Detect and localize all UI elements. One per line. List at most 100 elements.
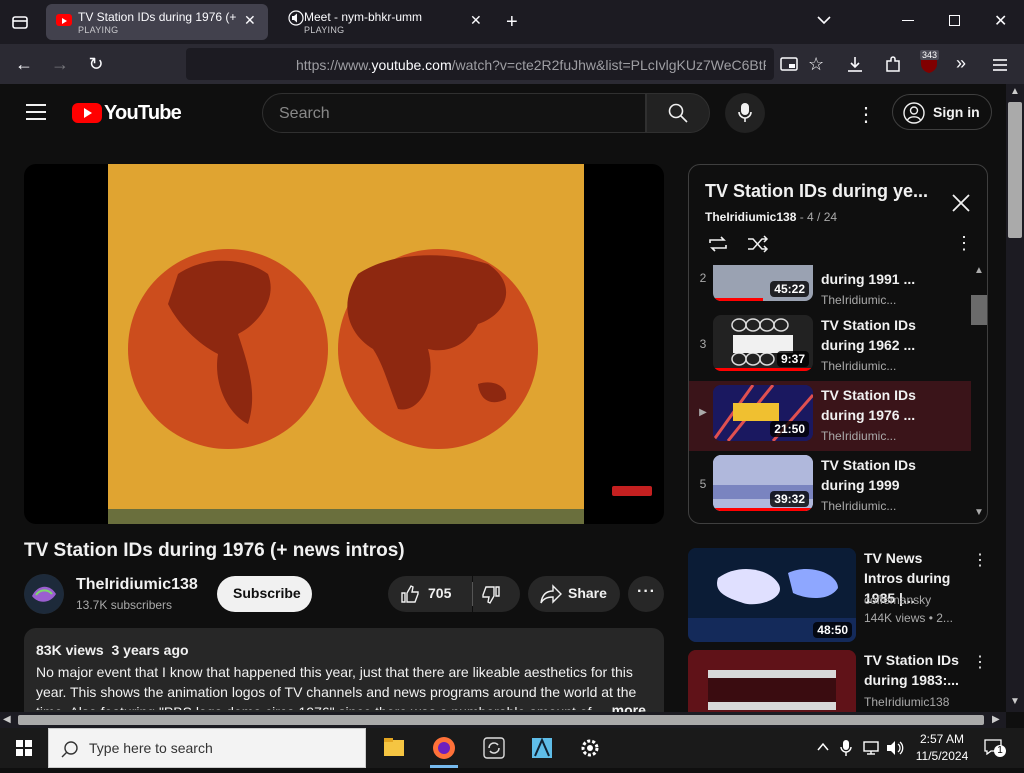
new-tab-icon[interactable]: + xyxy=(506,11,518,34)
tab-title: Meet - nym-bhkr-umm xyxy=(304,10,423,24)
recommended-video[interactable]: TV Station IDs during 1983:... TheIridiu… xyxy=(688,650,988,712)
bookmark-star-icon[interactable]: ☆ xyxy=(808,54,824,75)
playlist-item[interactable]: 3 9:37 TV Station IDs during 1962 ... Th… xyxy=(689,311,971,381)
video-player[interactable] xyxy=(24,164,664,524)
voice-search-button[interactable] xyxy=(725,93,765,133)
playlist-item-channel: TheIridiumic... xyxy=(821,293,897,307)
forward-icon[interactable]: → xyxy=(48,52,72,76)
subscribe-button[interactable]: Subscribe xyxy=(217,576,312,612)
playlist-item-index: 2 xyxy=(699,271,707,285)
volume-icon[interactable] xyxy=(886,740,904,761)
scroll-down-icon[interactable]: ▼ xyxy=(1010,696,1020,707)
close-tab-icon[interactable]: ✕ xyxy=(244,12,256,29)
sign-in-button[interactable]: Sign in xyxy=(892,94,992,130)
close-playlist-icon[interactable] xyxy=(951,193,971,218)
like-button[interactable]: 705 xyxy=(388,576,472,612)
ublock-icon[interactable]: 343 xyxy=(920,50,940,74)
editor-app-icon[interactable] xyxy=(518,728,566,768)
thumbs-down-icon xyxy=(481,585,501,610)
url-bar[interactable]: https://www.youtube.com/watch?v=cte2R2fu… xyxy=(186,48,774,80)
channel-avatar[interactable] xyxy=(24,574,64,614)
show-more-link[interactable]: ...more xyxy=(596,702,646,712)
tray-chevron-up-icon[interactable] xyxy=(816,740,830,759)
network-icon[interactable] xyxy=(862,740,880,761)
restore-icon[interactable] xyxy=(949,15,960,26)
extensions-icon[interactable] xyxy=(884,55,902,78)
microphone-tray-icon[interactable] xyxy=(840,739,852,762)
youtube-play-logo-icon xyxy=(72,103,102,123)
channel-name[interactable]: TheIridiumic138 xyxy=(76,576,198,594)
playlist-thumbnail: 21:50 xyxy=(713,385,813,441)
firefox-icon[interactable] xyxy=(420,728,468,768)
youtube-favicon-icon xyxy=(56,14,72,26)
settings-kebab-icon[interactable]: ⋮ xyxy=(856,102,876,127)
thumbs-up-icon xyxy=(400,584,420,609)
scroll-thumb[interactable] xyxy=(1008,102,1022,238)
more-tools-icon[interactable]: » xyxy=(956,53,966,74)
settings-gear-icon[interactable] xyxy=(566,728,614,768)
recommended-thumbnail: 48:50 xyxy=(688,548,856,642)
subscribe-label: Subscribe xyxy=(233,585,301,601)
speaker-icon[interactable] xyxy=(288,10,304,26)
playlist-item[interactable]: 5 39:32 TV Station IDs during 1999 TheIr… xyxy=(689,451,971,521)
loop-icon[interactable] xyxy=(707,235,729,258)
scroll-thumb[interactable] xyxy=(971,295,987,325)
playlist-title[interactable]: TV Station IDs during ye... xyxy=(705,181,928,202)
clock[interactable]: 2:57 AM 11/5/2024 xyxy=(910,731,974,765)
playlist-scrollbar[interactable]: ▲ ▼ xyxy=(971,265,987,521)
reload-icon[interactable]: ↻ xyxy=(84,52,108,76)
share-button[interactable]: Share xyxy=(528,576,620,612)
recommended-video[interactable]: 48:50 TV News Intros during 1985 |... co… xyxy=(688,548,988,642)
dislike-button[interactable] xyxy=(473,576,520,612)
tab-status: PLAYING xyxy=(78,25,119,35)
tab-meet[interactable]: Meet - nym-bhkr-umm PLAYING ✕ xyxy=(276,4,492,40)
scroll-down-icon[interactable]: ▼ xyxy=(974,507,984,518)
video-menu-icon[interactable]: ⋮ xyxy=(972,550,988,570)
playlist-item-title: during 1991 ... xyxy=(821,271,916,287)
playlist-menu-icon[interactable]: ⋮ xyxy=(955,233,973,254)
scroll-up-icon[interactable]: ▲ xyxy=(974,265,984,276)
close-window-icon[interactable]: ✕ xyxy=(994,11,1007,31)
close-tab-icon[interactable]: ✕ xyxy=(470,12,482,29)
tab-youtube[interactable]: TV Station IDs during 1976 (+ ne PLAYING… xyxy=(46,4,268,40)
page-vertical-scrollbar[interactable]: ▲ ▼ xyxy=(1006,84,1024,712)
shuffle-icon[interactable] xyxy=(747,235,769,258)
minimize-icon[interactable] xyxy=(902,20,914,21)
guide-menu-icon[interactable] xyxy=(26,104,46,125)
notification-count: 1 xyxy=(994,745,1006,757)
more-actions-button[interactable]: ··· xyxy=(628,576,664,612)
windows-start-icon[interactable] xyxy=(16,740,32,761)
file-explorer-icon[interactable] xyxy=(370,728,418,768)
playlist-position: 4 / 24 xyxy=(807,210,838,224)
sync-app-icon[interactable] xyxy=(470,728,518,768)
url-text[interactable]: https://www.youtube.com/watch?v=cte2R2fu… xyxy=(296,57,766,73)
playlist-owner[interactable]: TheIridiumic138 xyxy=(705,210,796,224)
tab-list-icon[interactable] xyxy=(10,12,30,32)
page-horizontal-scrollbar[interactable]: ◀ ▶ xyxy=(0,712,1006,728)
progress-bar xyxy=(713,508,813,511)
recommended-meta: 144K views • 2... xyxy=(864,611,953,625)
picture-in-picture-icon[interactable] xyxy=(780,56,798,77)
microphone-icon xyxy=(738,102,752,129)
hamburger-menu-icon[interactable] xyxy=(992,58,1008,76)
notifications-icon[interactable]: 1 xyxy=(984,739,1006,757)
playlist-item-index: 5 xyxy=(699,477,707,491)
scroll-thumb[interactable] xyxy=(18,715,984,725)
video-menu-icon[interactable]: ⋮ xyxy=(972,652,988,672)
search-button[interactable] xyxy=(646,93,710,133)
scroll-left-icon[interactable]: ◀ xyxy=(3,714,11,725)
description-box[interactable]: 83K views 3 years ago No major event tha… xyxy=(24,628,664,712)
playlist-panel: TV Station IDs during ye... TheIridiumic… xyxy=(688,164,988,524)
taskbar-search-input[interactable]: Type here to search xyxy=(48,728,366,768)
chevron-down-icon[interactable] xyxy=(816,12,832,33)
playlist-items: 2 45:22 during 1991 ... TheIridiumic... … xyxy=(689,265,971,523)
tab-title: TV Station IDs during 1976 (+ ne xyxy=(78,10,238,24)
back-icon[interactable]: ← xyxy=(12,52,36,76)
scroll-up-icon[interactable]: ▲ xyxy=(1010,86,1020,97)
downloads-icon[interactable] xyxy=(846,55,864,78)
playlist-item[interactable]: 2 45:22 during 1991 ... TheIridiumic... xyxy=(689,265,971,311)
playlist-thumbnail: 39:32 xyxy=(713,455,813,511)
search-input[interactable]: Search xyxy=(262,93,646,133)
playlist-item-active[interactable]: ▶ 21:50 TV Station IDs during 1976 ... T… xyxy=(689,381,971,451)
scroll-right-icon[interactable]: ▶ xyxy=(992,714,1000,725)
